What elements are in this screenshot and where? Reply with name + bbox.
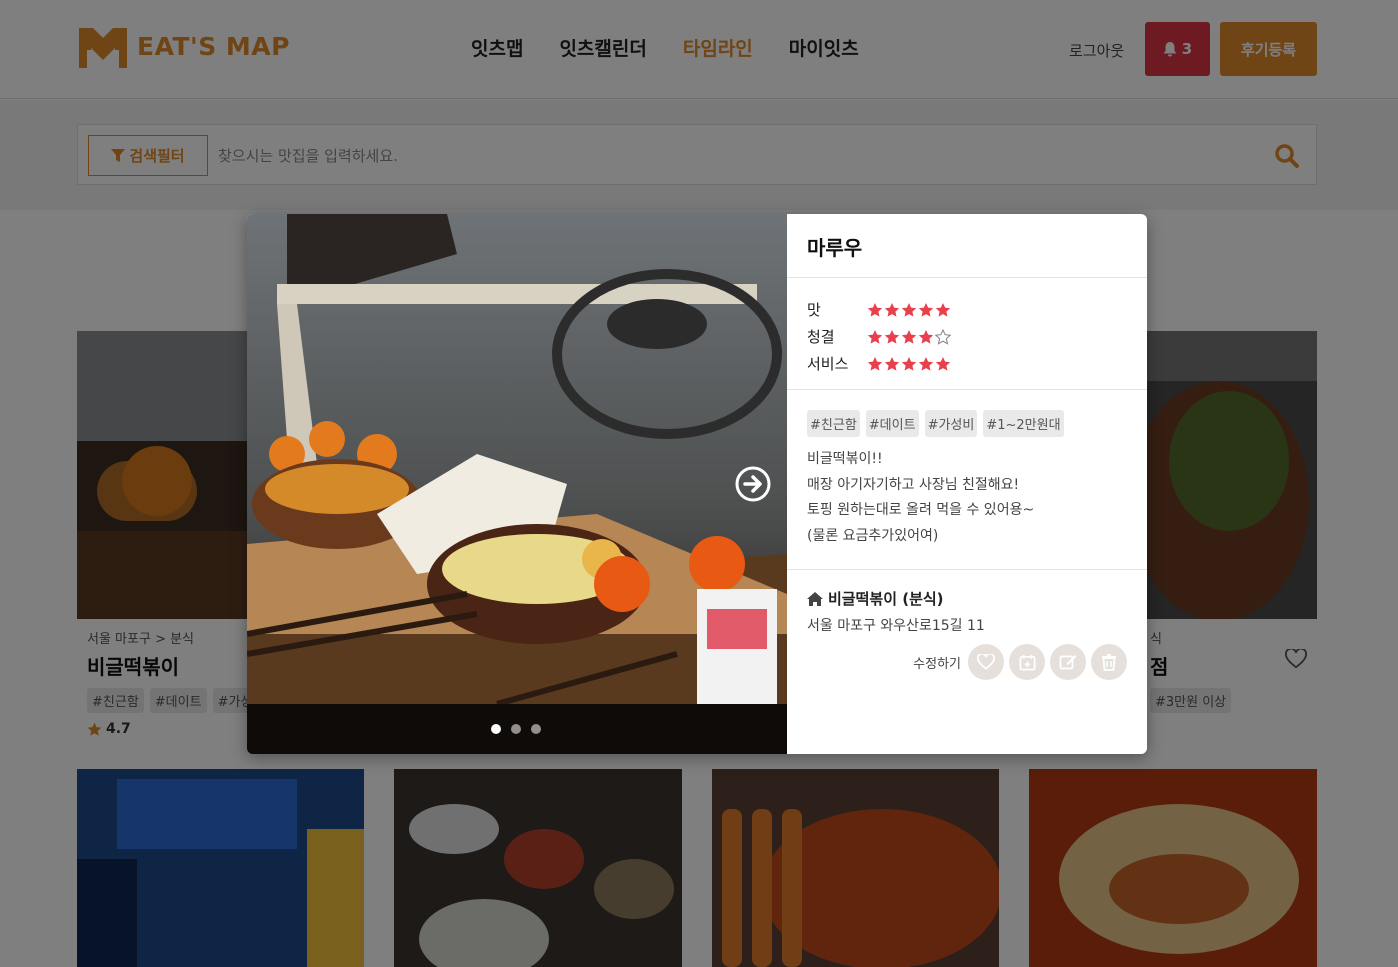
star-rating [867,302,951,318]
tag[interactable]: #가성비 [924,410,978,437]
star-filled-icon [884,329,900,344]
star-filled-icon [901,302,917,317]
add-to-calendar-button[interactable] [1009,644,1045,680]
tag[interactable]: #1~2만원대 [983,410,1064,437]
photo-carousel [247,214,787,754]
tag[interactable]: #데이트 [865,410,919,437]
star-filled-icon [901,356,917,371]
heart-icon [977,654,995,670]
score-label: 청결 [807,328,835,346]
review-text-line: (물론 요금추가있어여) [807,527,939,544]
star-filled-icon [918,302,934,317]
edit-button[interactable] [1050,644,1086,680]
star-filled-icon [918,356,934,371]
review-text-line: 비글떡볶이!! [807,451,883,467]
star-filled-icon [935,356,951,371]
star-rating [867,328,951,345]
star-filled-icon [884,302,900,317]
star-filled-icon [901,329,917,344]
like-button[interactable] [968,644,1004,680]
star-filled-icon [935,302,951,317]
calendar-plus-icon [1019,654,1035,670]
carousel-dot[interactable] [491,724,501,734]
carousel-dot[interactable] [531,724,541,734]
tag[interactable]: #친근함 [807,410,860,437]
edit-icon [1059,655,1077,670]
review-detail-modal: 마루우 맛 청결 서비스 #친근함 #데이트 #가성비 #1~2만원대 비글떡볶… [247,214,1147,754]
home-icon [807,591,823,606]
star-filled-icon [867,356,883,371]
rating-scores: 맛 청결 서비스 [787,278,1147,390]
star-filled-icon [867,329,883,344]
next-photo-arrow-icon[interactable] [735,466,771,502]
star-filled-icon [918,329,934,344]
score-taste: 맛 [807,296,1127,323]
carousel-dot[interactable] [511,724,521,734]
score-label: 서비스 [807,355,849,373]
review-text-line: 토핑 원하는대로 올려 먹을 수 있어용~ [807,502,1035,518]
reviewer-name: 마루우 [787,214,1147,278]
review-content: #친근함 #데이트 #가성비 #1~2만원대 비글떡볶이!! 매장 아기자기하고… [787,390,1147,570]
review-detail-panel: 마루우 맛 청결 서비스 #친근함 #데이트 #가성비 #1~2만원대 비글떡볶… [787,214,1147,754]
trash-icon [1102,654,1116,671]
delete-button[interactable] [1091,644,1127,680]
review-actions: 수정하기 [913,644,1127,680]
star-empty-icon [935,328,951,345]
star-filled-icon [884,356,900,371]
edit-label: 수정하기 [913,656,961,672]
carousel-dots [491,724,541,734]
place-name[interactable]: 비글떡볶이 (분식) [807,588,1127,609]
place-info: 비글떡볶이 (분식) 서울 마포구 와우산로15길 11 [787,570,1147,635]
score-cleanliness: 청결 [807,323,1127,350]
review-tags: #친근함 #데이트 #가성비 #1~2만원대 [807,410,1127,437]
place-address: 서울 마포구 와우산로15길 11 [807,618,985,634]
review-text-line: 매장 아기자기하고 사장님 친절해요! [807,476,1020,493]
star-filled-icon [867,302,883,317]
star-rating [867,356,951,372]
place-name-text: 비글떡볶이 (분식) [828,590,944,608]
review-photo [247,214,787,754]
score-service: 서비스 [807,350,1127,377]
score-label: 맛 [807,301,821,319]
